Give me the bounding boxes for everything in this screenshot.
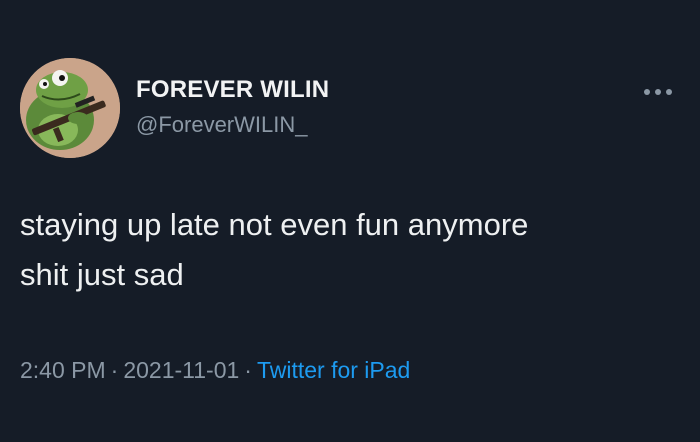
tweet-text: staying up late not even fun anymore shi…: [20, 200, 690, 300]
separator: ·: [110, 357, 119, 383]
tweet-card: FOREVER WILIN @ForeverWILIN_ staying up …: [0, 0, 700, 442]
author-display-name[interactable]: FOREVER WILIN: [136, 76, 329, 104]
frog-avatar-icon[interactable]: [20, 58, 120, 158]
more-options-button[interactable]: [636, 78, 680, 106]
tweet-time[interactable]: 2:40 PM: [20, 357, 106, 383]
tweet-metadata: 2:40 PM · 2021-11-01 · Twitter for iPad: [20, 357, 410, 384]
tweet-date[interactable]: 2021-11-01: [123, 357, 239, 383]
author-handle[interactable]: @ForeverWILIN_: [136, 112, 307, 138]
tweet-text-line: staying up late not even fun anymore: [20, 207, 529, 242]
separator: ·: [244, 357, 252, 383]
tweet-text-line: shit just sad: [20, 257, 184, 292]
more-horizontal-icon: [644, 89, 672, 95]
tweet-source-link[interactable]: Twitter for iPad: [257, 357, 410, 383]
